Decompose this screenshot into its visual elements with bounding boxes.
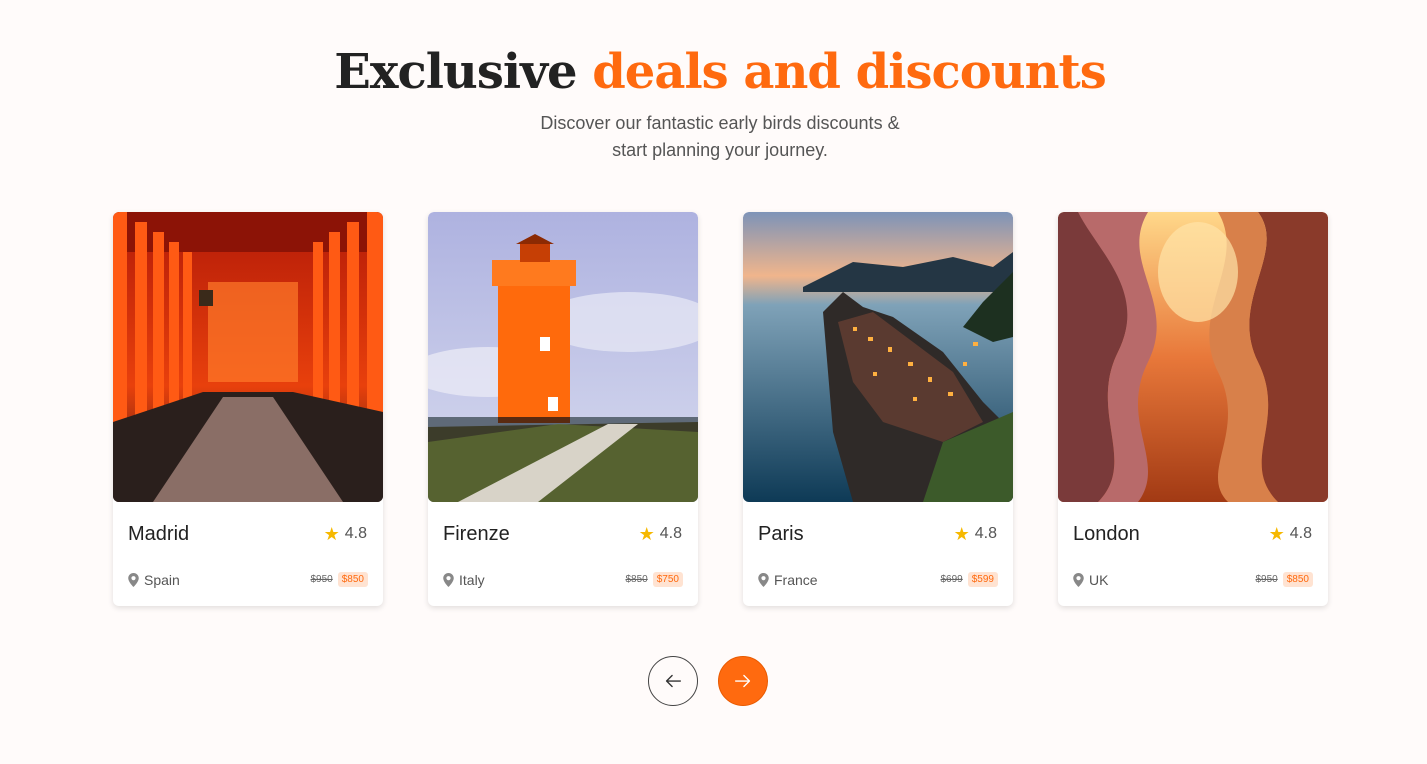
star-icon: ★ [638, 524, 655, 544]
subtitle-line-1: Discover our fantastic early birds disco… [540, 113, 900, 133]
location-label: Italy [459, 572, 485, 588]
new-price-badge: $599 [967, 572, 998, 587]
old-price: $950 [310, 574, 333, 585]
deal-card[interactable]: London ★ 4.8 UK $950 $850 [1058, 212, 1328, 606]
heading-accent: deals and discounts [592, 44, 1106, 100]
carousel-nav [648, 656, 768, 706]
location-label: UK [1089, 572, 1109, 588]
star-icon: ★ [953, 524, 970, 544]
card-image-canyon [1058, 212, 1328, 502]
card-title: Firenze [443, 523, 510, 545]
prev-button[interactable] [648, 656, 698, 706]
next-button[interactable] [718, 656, 768, 706]
card-image-coastal-village [743, 212, 1013, 502]
location-pin-icon [758, 573, 769, 587]
deal-cards: Madrid ★ 4.8 Spain $950 $850 Firenze ★ 4… [113, 212, 1328, 606]
arrow-right-icon [734, 674, 751, 688]
new-price-badge: $850 [337, 572, 368, 587]
arrow-left-icon [665, 674, 682, 688]
card-rating: ★ 4.8 [639, 525, 682, 543]
deal-card[interactable]: Firenze ★ 4.8 Italy $850 $750 [428, 212, 698, 606]
card-title: Madrid [128, 523, 190, 545]
location-label: France [774, 572, 818, 588]
subtitle-line-2: start planning your journey. [612, 140, 828, 160]
card-prices: $699 $599 [940, 572, 998, 587]
card-rating: ★ 4.8 [954, 525, 997, 543]
card-location: Italy [443, 572, 485, 588]
deal-card[interactable]: Paris ★ 4.8 France $699 $599 [743, 212, 1013, 606]
new-price-badge: $850 [1282, 572, 1313, 587]
location-label: Spain [144, 572, 180, 588]
card-prices: $950 $850 [1255, 572, 1313, 587]
old-price: $699 [940, 574, 963, 585]
card-location: France [758, 572, 818, 588]
rating-value: 4.8 [344, 525, 367, 542]
location-pin-icon [443, 573, 454, 587]
card-image-lighthouse [428, 212, 698, 502]
card-title: London [1073, 523, 1140, 545]
card-title: Paris [758, 523, 804, 545]
location-pin-icon [128, 573, 139, 587]
card-prices: $950 $850 [310, 572, 368, 587]
heading-plain: Exclusive [334, 44, 577, 100]
new-price-badge: $750 [652, 572, 683, 587]
old-price: $950 [1255, 574, 1278, 585]
card-image-torii-gates [113, 212, 383, 502]
section-heading: Exclusive deals and discounts [0, 44, 1427, 100]
rating-value: 4.8 [659, 525, 682, 542]
card-rating: ★ 4.8 [1269, 525, 1312, 543]
card-location: Spain [128, 572, 180, 588]
card-location: UK [1073, 572, 1108, 588]
location-pin-icon [1073, 573, 1084, 587]
card-prices: $850 $750 [625, 572, 683, 587]
deals-section: Exclusive deals and discounts Discover o… [0, 0, 1427, 764]
old-price: $850 [625, 574, 648, 585]
star-icon: ★ [1268, 524, 1285, 544]
deal-card[interactable]: Madrid ★ 4.8 Spain $950 $850 [113, 212, 383, 606]
rating-value: 4.8 [1289, 525, 1312, 542]
rating-value: 4.8 [974, 525, 997, 542]
card-rating: ★ 4.8 [324, 525, 367, 543]
section-subtitle: Discover our fantastic early birds disco… [0, 110, 1427, 164]
star-icon: ★ [323, 524, 340, 544]
